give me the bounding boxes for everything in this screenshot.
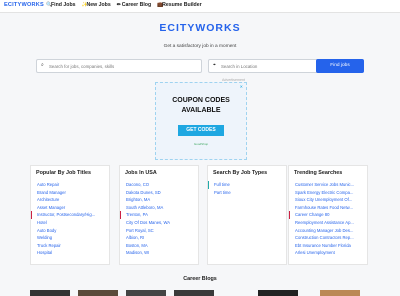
list-item[interactable]: Albion, RI xyxy=(120,234,198,242)
main-nav: 🔍Find Jobs ✨New Jobs ✏Career Blog 💼Resum… xyxy=(46,2,202,8)
blog-thumbnail[interactable] xyxy=(126,290,166,296)
ad-brand-mark: GoodShop xyxy=(193,142,209,146)
usa-list: Dacono, CO Dakota Dunes, SD Brighton, MA… xyxy=(120,181,198,257)
list-item[interactable]: Farmhouse Rates Food Netw... xyxy=(289,204,367,212)
list-item[interactable]: Instructor, Postsecondary/Hig... xyxy=(31,211,109,219)
card-title: Jobs In USA xyxy=(125,170,157,176)
trending-list: Customer Service Jobs Munic... Spark Ene… xyxy=(289,181,367,257)
list-item[interactable]: Accounting Manager Job Des... xyxy=(289,227,367,235)
list-item[interactable]: Sioux City Unemployment Of... xyxy=(289,196,367,204)
list-item[interactable]: Construction Contractors Rep... xyxy=(289,234,367,242)
ad-headline-1: COUPON CODES xyxy=(172,97,230,104)
list-item[interactable]: Architecture xyxy=(31,196,109,204)
list-item[interactable]: Dacono, CO xyxy=(120,181,198,189)
list-item[interactable]: South Attleboro, MA xyxy=(120,204,198,212)
list-item[interactable]: Spark Energy Electric Compa... xyxy=(289,189,367,197)
list-item[interactable]: City Of Dos Manes, WA xyxy=(120,219,198,227)
hero-tagline: Get a satisfactory job in a moment xyxy=(163,44,237,49)
list-item[interactable]: Arlesi Unemployment xyxy=(289,249,367,257)
blog-thumbnails xyxy=(30,290,370,296)
card-title: Search By Job Types xyxy=(213,170,268,176)
find-jobs-button[interactable]: Find jobs xyxy=(316,59,364,73)
card-job-types: Search By Job Types Full time Part time xyxy=(207,165,287,265)
nav-resume-builder[interactable]: 💼Resume Builder xyxy=(157,2,202,8)
list-item[interactable]: Truck Repair xyxy=(31,242,109,250)
list-item[interactable]: Dakota Dunes, SD xyxy=(120,189,198,197)
job-types-list: Full time Part time xyxy=(208,181,286,196)
nav-career-blog[interactable]: ✏Career Blog xyxy=(117,2,151,8)
ad-close-icon[interactable]: ✕ xyxy=(240,84,243,89)
list-item[interactable]: Boston, MA xyxy=(120,242,198,250)
blog-thumbnail[interactable] xyxy=(174,290,214,296)
blog-thumbnail[interactable] xyxy=(78,290,118,296)
list-item[interactable]: Madison, WI xyxy=(120,249,198,257)
nav-find-jobs[interactable]: 🔍Find Jobs xyxy=(46,2,76,8)
list-item[interactable]: Auto Body xyxy=(31,227,109,235)
location-pin-icon: ⌖ xyxy=(213,62,216,68)
blog-thumbnail[interactable] xyxy=(258,290,298,296)
list-item[interactable]: Welding xyxy=(31,234,109,242)
list-item[interactable]: Brighton, MA xyxy=(120,196,198,204)
coupon-ad-banner[interactable]: ✕ COUPON CODES AVAILABLE GET CODES GoodS… xyxy=(155,82,247,160)
list-item[interactable]: Port Royal, SC xyxy=(120,227,198,235)
ad-get-codes-button[interactable]: GET CODES xyxy=(178,125,224,136)
card-trending: Trending Searches Customer Service Jobs … xyxy=(288,165,368,265)
card-job-titles: Popular By Job Titles Auto Repair Brand … xyxy=(30,165,110,265)
list-item[interactable]: Auto Repair xyxy=(31,181,109,189)
search-bar: ⌕ Search for jobs, companies, skills ⌖ S… xyxy=(36,59,364,73)
list-item[interactable]: Full time xyxy=(208,181,286,189)
list-item[interactable]: Hospital xyxy=(31,249,109,257)
blog-thumbnail[interactable] xyxy=(320,290,360,296)
ad-headline-2: AVAILABLE xyxy=(181,107,221,114)
search-icon: ⌕ xyxy=(41,62,44,68)
card-title: Popular By Job Titles xyxy=(36,170,92,176)
top-nav-bar: ECITYWORKS 🔍Find Jobs ✨New Jobs ✏Career … xyxy=(0,0,400,13)
blog-thumbnail[interactable] xyxy=(30,290,70,296)
keyword-search-input[interactable]: ⌕ Search for jobs, companies, skills xyxy=(36,59,202,73)
list-item[interactable]: Reemployment Assistance Ap... xyxy=(289,219,367,227)
card-title: Trending Searches xyxy=(294,170,343,176)
list-item[interactable]: Trenton, PA xyxy=(120,211,198,219)
list-item[interactable]: Customer Service Jobs Munic... xyxy=(289,181,367,189)
nav-new-jobs[interactable]: ✨New Jobs xyxy=(82,2,111,8)
list-item[interactable]: Asset Manager xyxy=(31,204,109,212)
card-jobs-usa: Jobs In USA Dacono, CO Dakota Dunes, SD … xyxy=(119,165,199,265)
job-titles-list: Auto Repair Brand Manager Architecture A… xyxy=(31,181,109,257)
job-category-cards: Popular By Job Titles Auto Repair Brand … xyxy=(30,165,370,265)
list-item[interactable]: Hotel xyxy=(31,219,109,227)
list-item[interactable]: Career Change 80 xyxy=(289,211,367,219)
hero-brand: ECITYWORKS xyxy=(159,22,241,34)
career-blogs-title: Career Blogs xyxy=(183,276,217,282)
list-item[interactable]: Part time xyxy=(208,189,286,197)
site-logo[interactable]: ECITYWORKS xyxy=(4,2,44,8)
list-item[interactable]: Ebt Insurance Number Florida xyxy=(289,242,367,250)
list-item[interactable]: Brand Manager xyxy=(31,189,109,197)
